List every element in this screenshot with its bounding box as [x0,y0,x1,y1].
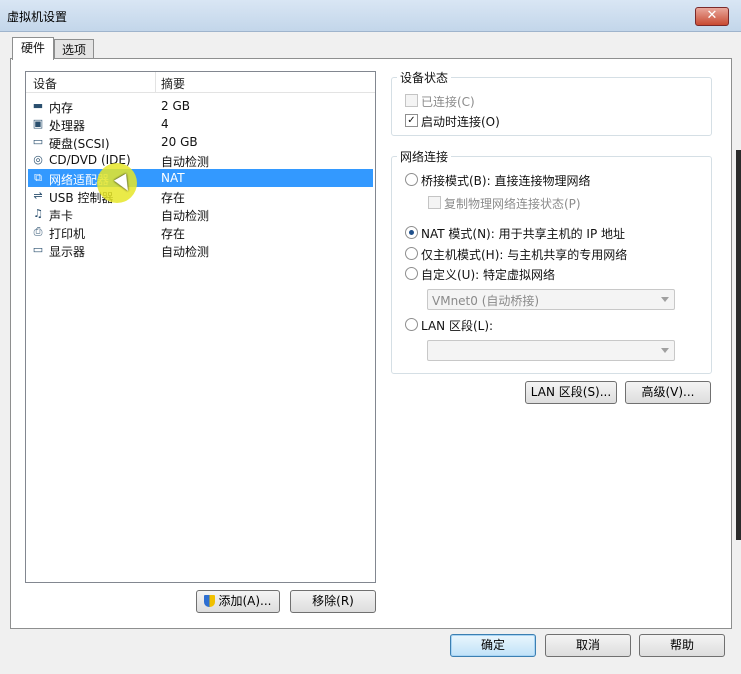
device-row-printer[interactable]: ⎙ 打印机 存在 [28,223,373,242]
title-bar: 虚拟机设置 ✕ [0,0,741,32]
device-summary: 自动检测 [161,155,210,169]
custom-label: 自定义(U): 特定虚拟网络 [421,268,556,282]
column-header-summary[interactable]: 摘要 [161,75,185,92]
tab-options[interactable]: 选项 [54,39,94,59]
nat-label: NAT 模式(N): 用于共享主机的 IP 地址 [421,227,626,241]
tab-hardware[interactable]: 硬件 [12,37,54,60]
replicate-state-label: 复制物理网络连接状态(P) [444,197,581,211]
connected-checkbox[interactable] [405,94,418,107]
device-status-title: 设备状态 [397,69,452,86]
sound-card-icon: ♫ [33,207,43,220]
add-device-button[interactable]: 添加(A)... [196,590,280,613]
usb-icon: ⇌ [33,189,43,202]
device-summary: 20 GB [161,135,198,149]
device-name: 显示器 [49,245,86,259]
cd-dvd-icon: ◎ [33,153,43,166]
device-summary: 存在 [161,227,186,241]
custom-network-value: VMnet0 (自动桥接) [432,294,540,308]
device-summary: 自动检测 [161,209,210,223]
add-device-label: 添加(A)... [218,594,272,608]
device-summary: 2 GB [161,99,190,113]
device-name: 内存 [49,101,74,115]
device-summary: 存在 [161,191,186,205]
device-row-memory[interactable]: ▬ 内存 2 GB [28,97,373,115]
processor-icon: ▣ [32,117,44,130]
chevron-down-icon [661,297,669,302]
help-button[interactable]: 帮助 [639,634,725,657]
device-row-usb-controller[interactable]: ⇌ USB 控制器 存在 [28,187,373,206]
host-only-label: 仅主机模式(H): 与主机共享的专用网络 [421,248,628,262]
window-title: 虚拟机设置 [7,10,68,24]
device-summary: 自动检测 [161,245,210,259]
printer-icon: ⎙ [33,225,43,238]
chevron-down-icon [661,348,669,353]
device-name: 硬盘(SCSI) [49,137,110,151]
connect-at-power-on-checkbox[interactable]: ✓ [405,114,418,127]
connect-at-power-on-label: 启动时连接(O) [421,115,500,129]
vm-settings-window: 虚拟机设置 ✕ 硬件 选项 设备 摘要 ▬ 内存 2 GB ▣ 处理器 4 ▭ … [0,0,741,674]
advanced-button[interactable]: 高级(V)... [625,381,711,404]
device-row-sound-card[interactable]: ♫ 声卡 自动检测 [28,205,373,224]
close-button[interactable]: ✕ [695,7,729,26]
background-window-edge [736,150,741,540]
uac-shield-icon [204,595,216,607]
custom-network-select[interactable]: VMnet0 (自动桥接) [427,289,675,310]
column-divider[interactable] [155,72,156,92]
column-header-device[interactable]: 设备 [33,75,57,92]
device-summary: NAT [161,171,185,185]
device-row-display[interactable]: ▭ 显示器 自动检测 [28,241,373,260]
lan-segment-radio[interactable] [405,318,418,331]
device-name: 声卡 [49,209,74,223]
network-connection-title: 网络连接 [397,148,452,165]
hardware-panel: 设备 摘要 ▬ 内存 2 GB ▣ 处理器 4 ▭ 硬盘(SCSI) 20 GB… [10,58,732,629]
bridged-radio[interactable] [405,173,418,186]
memory-icon: ▬ [32,99,44,112]
host-only-radio[interactable] [405,247,418,260]
device-row-cd-dvd[interactable]: ◎ CD/DVD (IDE) 自动检测 [28,151,373,169]
display-icon: ▭ [32,243,44,256]
replicate-state-checkbox[interactable] [428,196,441,209]
ok-button[interactable]: 确定 [450,634,536,657]
lan-segments-button[interactable]: LAN 区段(S)... [525,381,617,404]
device-row-network-adapter[interactable]: ⧉ 网络适配器 NAT [28,169,373,187]
device-name: 处理器 [49,119,86,133]
remove-device-button[interactable]: 移除(R) [290,590,376,613]
bridged-label: 桥接模式(B): 直接连接物理网络 [421,174,591,188]
device-status-group: 设备状态 已连接(C) ✓ 启动时连接(O) [391,69,712,136]
lan-segment-select[interactable] [427,340,675,361]
lan-segment-label: LAN 区段(L): [421,319,494,333]
custom-radio[interactable] [405,267,418,280]
device-summary: 4 [161,117,169,131]
device-row-processor[interactable]: ▣ 处理器 4 [28,115,373,133]
connected-label: 已连接(C) [421,95,475,109]
network-adapter-icon: ⧉ [34,171,42,184]
list-header: 设备 摘要 [26,72,375,93]
hard-disk-icon: ▭ [32,135,44,148]
nat-radio[interactable] [405,226,418,239]
cancel-button[interactable]: 取消 [545,634,631,657]
device-list[interactable]: 设备 摘要 ▬ 内存 2 GB ▣ 处理器 4 ▭ 硬盘(SCSI) 20 GB… [25,71,376,583]
network-connection-group: 网络连接 桥接模式(B): 直接连接物理网络 复制物理网络连接状态(P) NAT… [391,148,712,374]
device-name: 打印机 [49,227,86,241]
device-row-hard-disk[interactable]: ▭ 硬盘(SCSI) 20 GB [28,133,373,151]
